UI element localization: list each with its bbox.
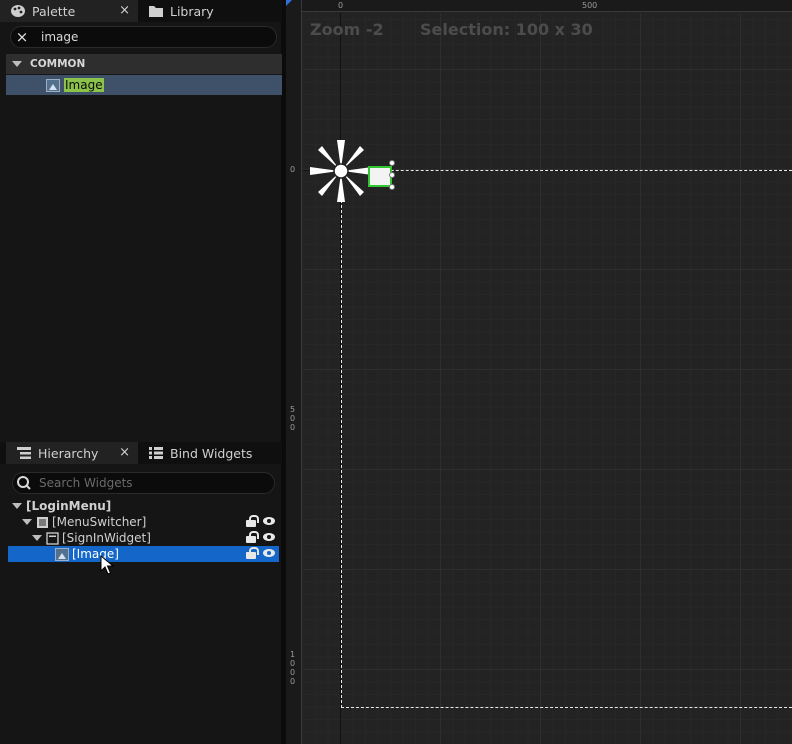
tab-bind-widgets-label: Bind Widgets <box>170 445 253 461</box>
resize-handle[interactable] <box>389 160 395 166</box>
designer-canvas[interactable]: 0 500 0 5 0 0 1 0 0 0 Zoom -2 Selection:… <box>286 0 792 744</box>
switcher-widget-icon <box>37 516 48 528</box>
row-icons <box>246 515 275 527</box>
eye-icon[interactable] <box>263 533 275 541</box>
image-widget-icon <box>46 78 60 92</box>
tree-row-label: [MenuSwitcher] <box>52 515 147 529</box>
folder-icon <box>149 6 163 17</box>
image-widget-icon <box>55 547 69 561</box>
expand-arrow-icon[interactable] <box>32 535 42 541</box>
tab-hierarchy-label: Hierarchy <box>38 445 99 461</box>
palette-icon <box>11 5 25 17</box>
selected-image-widget[interactable] <box>368 166 392 187</box>
search-icon <box>17 476 31 490</box>
ruler-label: 0 <box>290 165 296 174</box>
tree-row-menuswitcher[interactable]: [MenuSwitcher] <box>8 514 279 530</box>
tree-row-label: [LoginMenu] <box>26 499 112 513</box>
anchor-icon[interactable] <box>306 136 376 206</box>
corner-marker <box>286 0 292 6</box>
resize-handle[interactable] <box>389 172 395 178</box>
expand-arrow-icon[interactable] <box>12 503 22 509</box>
tree-row-signinwidget[interactable]: [SignInWidget] <box>8 530 279 546</box>
canvas-grid <box>303 13 792 744</box>
close-icon[interactable]: × <box>119 3 130 18</box>
hierarchy-icon <box>17 447 31 459</box>
tree-row-image[interactable]: [Image] <box>8 546 279 562</box>
tab-palette-label: Palette <box>32 3 76 19</box>
hierarchy-tabbar: Hierarchy × Bind Widgets <box>0 442 282 464</box>
tab-hierarchy[interactable]: Hierarchy × <box>6 442 138 464</box>
ruler-label: 500 <box>582 1 598 10</box>
hierarchy-search[interactable] <box>12 472 275 494</box>
close-icon[interactable]: × <box>119 445 130 460</box>
clear-search-icon[interactable]: × <box>11 28 33 46</box>
ruler-label: 5 0 0 <box>290 405 296 432</box>
lock-icon[interactable] <box>246 547 259 559</box>
row-icons <box>246 547 275 559</box>
palette-search-input[interactable] <box>41 30 261 44</box>
tab-library[interactable]: Library <box>138 0 282 22</box>
widget-bounds-bottom <box>341 707 792 708</box>
left-panel: Palette × Library × COMMON Image Hierarc… <box>0 0 282 744</box>
tab-library-label: Library <box>170 3 214 19</box>
tree-row-label: [SignInWidget] <box>62 531 151 545</box>
palette-search[interactable]: × <box>10 26 277 48</box>
category-label: COMMON <box>30 58 86 70</box>
eye-icon[interactable] <box>263 549 275 557</box>
widget-bounds-top <box>341 170 792 171</box>
tree-row-loginmenu[interactable]: [LoginMenu] <box>8 498 279 514</box>
resize-handle[interactable] <box>389 184 395 190</box>
ruler-label: 0 <box>338 1 344 10</box>
ruler-horizontal: 0 500 <box>286 0 792 12</box>
palette-item-label: Image <box>64 78 104 92</box>
ruler-label: 1 0 0 0 <box>290 650 296 686</box>
hierarchy-search-input[interactable] <box>39 476 259 490</box>
category-common[interactable]: COMMON <box>6 54 282 74</box>
zoom-label: Zoom -2 <box>310 20 384 39</box>
lock-icon[interactable] <box>246 515 259 527</box>
ruler-vertical: 0 5 0 0 1 0 0 0 <box>286 0 302 744</box>
tab-bind-widgets[interactable]: Bind Widgets <box>138 442 282 464</box>
list-icon <box>149 447 163 459</box>
palette-item-image[interactable]: Image <box>6 75 282 95</box>
tab-palette[interactable]: Palette × <box>0 0 138 22</box>
user-widget-icon <box>46 531 59 545</box>
widget-bounds-left <box>341 170 342 708</box>
expand-arrow-icon[interactable] <box>22 519 32 525</box>
mouse-cursor-icon <box>100 555 114 575</box>
row-icons <box>246 531 275 543</box>
selection-label: Selection: 100 x 30 <box>420 20 593 39</box>
palette-tabbar: Palette × Library <box>0 0 282 22</box>
lock-icon[interactable] <box>246 531 259 543</box>
expand-arrow-icon[interactable] <box>12 61 22 67</box>
eye-icon[interactable] <box>263 517 275 525</box>
